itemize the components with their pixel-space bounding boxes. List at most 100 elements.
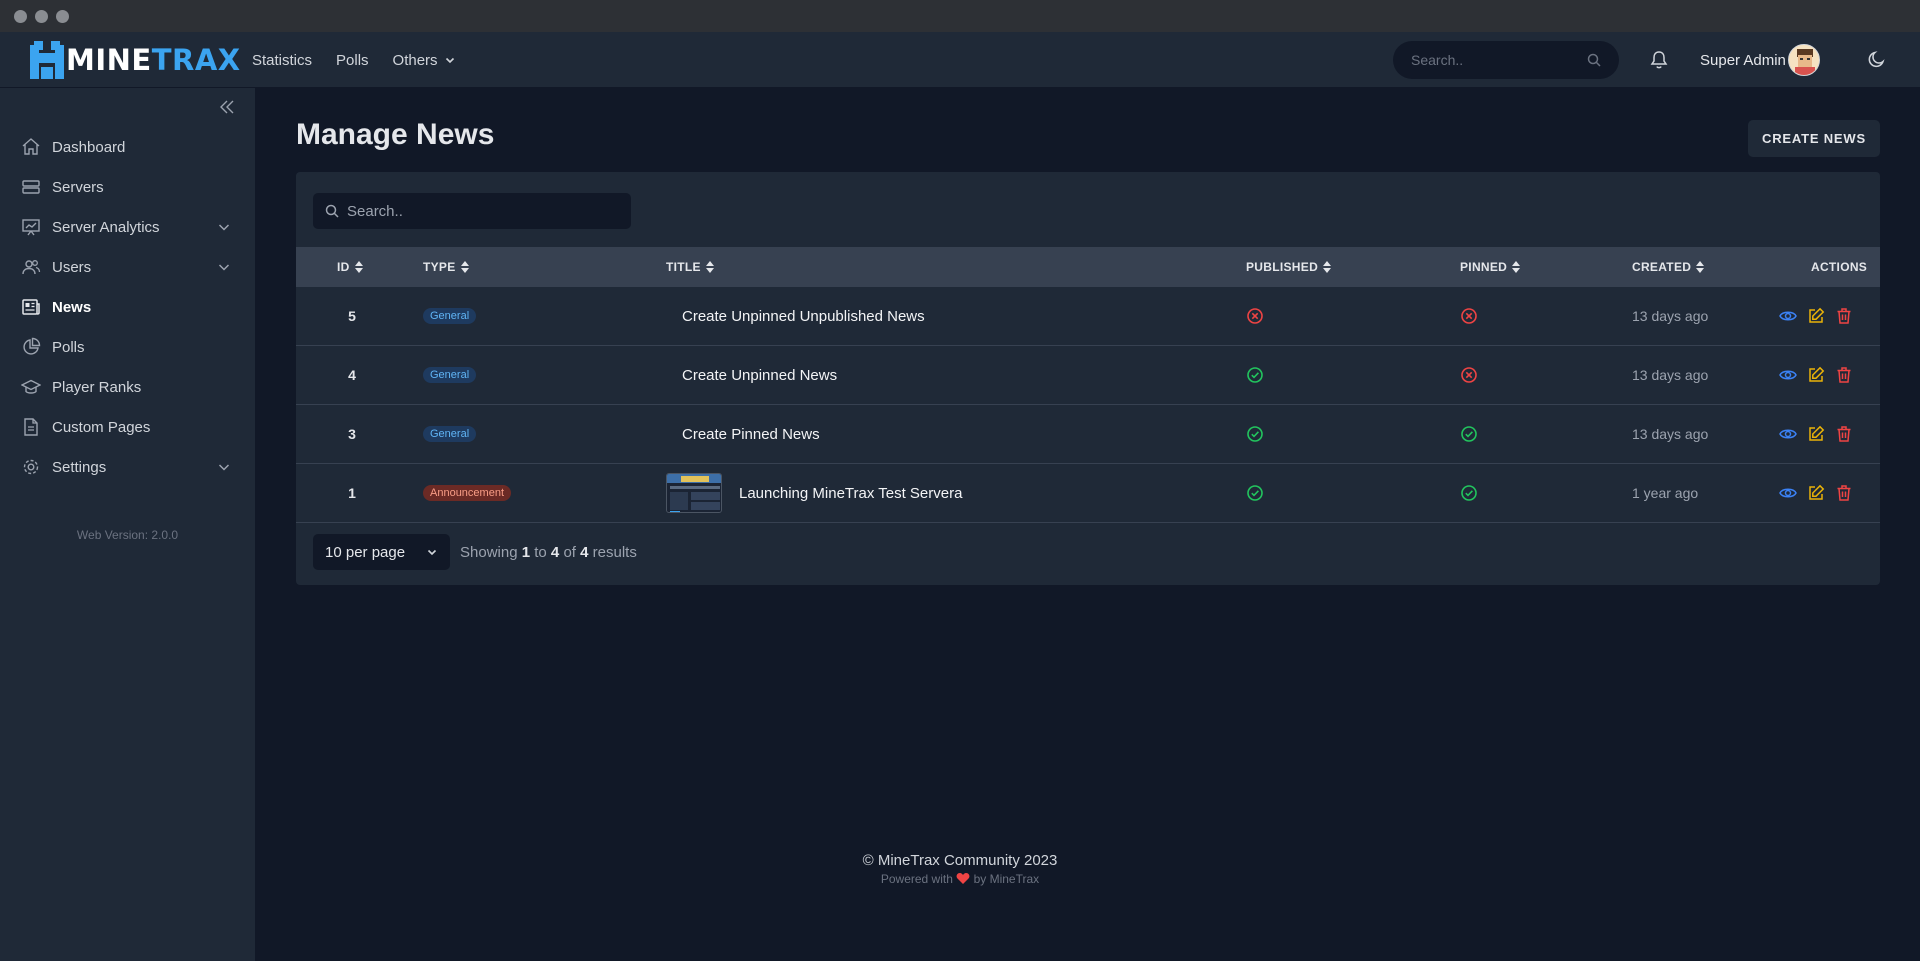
trash-icon[interactable]	[1835, 425, 1853, 443]
table-row: 4 General Create Unpinned News 13 days a…	[296, 346, 1880, 405]
news-thumbnail[interactable]	[666, 473, 722, 513]
global-search	[1393, 41, 1619, 79]
sidebar-item-settings[interactable]: Settings	[0, 447, 255, 487]
column-header-id[interactable]: ID	[337, 247, 363, 287]
global-search-input[interactable]	[1411, 52, 1571, 68]
sidebar-item-server-analytics[interactable]: Server Analytics	[0, 207, 255, 247]
create-news-button[interactable]: CREATE NEWS	[1748, 120, 1880, 157]
collapse-sidebar-icon[interactable]	[218, 98, 236, 116]
column-header-label: ID	[337, 260, 350, 274]
column-header-created[interactable]: CREATED	[1632, 247, 1705, 287]
top-navbar: MINETRAX Statistics Polls Others Super A…	[0, 32, 1920, 88]
search-icon[interactable]	[1587, 53, 1601, 67]
edit-icon[interactable]	[1807, 366, 1825, 384]
minetrax-logo-icon	[30, 41, 64, 79]
column-header-type[interactable]: TYPE	[423, 247, 469, 287]
window-maximize-button[interactable]	[56, 9, 69, 23]
sidebar-item-label: Dashboard	[52, 138, 126, 156]
trash-icon[interactable]	[1835, 484, 1853, 502]
avatar-image	[1788, 45, 1819, 75]
sidebar-item-custom-pages[interactable]: Custom Pages	[0, 407, 255, 447]
pie-chart-icon	[23, 337, 41, 355]
sidebar-item-polls[interactable]: Polls	[0, 327, 255, 367]
sidebar-item-servers[interactable]: Servers	[0, 167, 255, 207]
sidebar-item-label: News	[52, 298, 92, 316]
column-header-actions: ACTIONS	[1811, 247, 1867, 287]
window-close-button[interactable]	[14, 9, 27, 23]
table-row: 5 General Create Unpinned Unpublished Ne…	[296, 287, 1880, 346]
main-content: Manage News CREATE NEWS ID TYPE TITLE PU…	[255, 88, 1920, 961]
x-circle-icon	[1461, 308, 1477, 324]
column-header-label: PUBLISHED	[1246, 260, 1319, 274]
row-title[interactable]: Create Unpinned Unpublished News	[682, 287, 925, 345]
per-page-value: 10 per page	[325, 543, 406, 561]
sidebar-menu: Dashboard Servers Server Analytics Users…	[0, 127, 255, 487]
row-title[interactable]: Launching MineTrax Test Servera	[739, 485, 962, 502]
table-search-input[interactable]	[347, 202, 617, 220]
heart-icon	[956, 873, 970, 884]
column-header-label: TITLE	[666, 260, 701, 274]
column-header-pinned[interactable]: PINNED	[1460, 247, 1521, 287]
table-header: ID TYPE TITLE PUBLISHED PINNED CREATED A…	[296, 247, 1880, 287]
row-created: 13 days ago	[1632, 308, 1709, 324]
column-header-published[interactable]: PUBLISHED	[1246, 247, 1332, 287]
row-created: 1 year ago	[1632, 485, 1699, 501]
sidebar-item-news[interactable]: News	[0, 287, 255, 327]
chevron-down-icon	[427, 549, 437, 556]
nav-link-label: Statistics	[252, 51, 313, 69]
column-header-label: TYPE	[423, 260, 456, 274]
nav-link-label: Others	[392, 51, 438, 69]
trash-icon[interactable]	[1835, 307, 1853, 325]
results-summary: Showing 1 to 4 of 4 results	[460, 543, 637, 561]
per-page-select[interactable]: 10 per page	[313, 534, 450, 570]
eye-icon[interactable]	[1779, 307, 1797, 325]
sidebar-item-label: Polls	[52, 338, 85, 356]
minetrax-logo[interactable]: MINETRAX	[30, 41, 241, 79]
sort-icon	[354, 261, 363, 273]
row-created: 13 days ago	[1632, 426, 1709, 442]
edit-icon[interactable]	[1807, 425, 1825, 443]
check-circle-icon	[1461, 485, 1477, 501]
table-body: 5 General Create Unpinned Unpublished Ne…	[296, 287, 1880, 523]
table-search	[313, 193, 631, 229]
nav-link-polls[interactable]: Polls	[336, 52, 369, 69]
sidebar-item-label: Custom Pages	[52, 418, 151, 436]
nav-link-others[interactable]: Others	[393, 52, 456, 69]
eye-icon[interactable]	[1779, 425, 1797, 443]
column-header-title[interactable]: TITLE	[666, 247, 714, 287]
web-version: Web Version: 2.0.0	[76, 528, 179, 542]
sidebar-item-users[interactable]: Users	[0, 247, 255, 287]
eye-icon[interactable]	[1779, 484, 1797, 502]
x-circle-icon	[1461, 367, 1477, 383]
window-titlebar	[0, 0, 1920, 32]
brand-name: MINETRAX	[66, 43, 241, 77]
type-badge: Announcement	[423, 485, 511, 501]
check-circle-icon	[1247, 367, 1263, 383]
footer: © MineTrax Community 2023 Powered with b…	[0, 852, 1920, 886]
chevron-down-icon	[218, 464, 230, 471]
row-title[interactable]: Create Pinned News	[682, 405, 820, 463]
row-title[interactable]: Create Unpinned News	[682, 346, 837, 404]
sort-icon	[1696, 261, 1705, 273]
column-header-label: ACTIONS	[1811, 260, 1868, 274]
window-minimize-button[interactable]	[35, 9, 48, 23]
moon-icon[interactable]	[1868, 50, 1886, 68]
sidebar-item-dashboard[interactable]: Dashboard	[0, 127, 255, 167]
edit-icon[interactable]	[1807, 484, 1825, 502]
sidebar-item-label: Server Analytics	[52, 218, 160, 236]
top-nav-links: Statistics Polls Others	[252, 32, 456, 88]
eye-icon[interactable]	[1779, 366, 1797, 384]
user-menu[interactable]: Super Admin	[1700, 44, 1820, 76]
user-name: Super Admin	[1700, 51, 1786, 69]
edit-icon[interactable]	[1807, 307, 1825, 325]
sidebar-item-player-ranks[interactable]: Player Ranks	[0, 367, 255, 407]
bell-icon[interactable]	[1650, 50, 1668, 70]
footer-copyright: © MineTrax Community 2023	[862, 852, 1058, 869]
sort-icon	[1512, 261, 1521, 273]
check-circle-icon	[1247, 485, 1263, 501]
trash-icon[interactable]	[1835, 366, 1853, 384]
row-id: 3	[348, 426, 356, 442]
x-circle-icon	[1247, 308, 1263, 324]
nav-link-statistics[interactable]: Statistics	[252, 52, 312, 69]
page-title: Manage News	[296, 118, 495, 151]
